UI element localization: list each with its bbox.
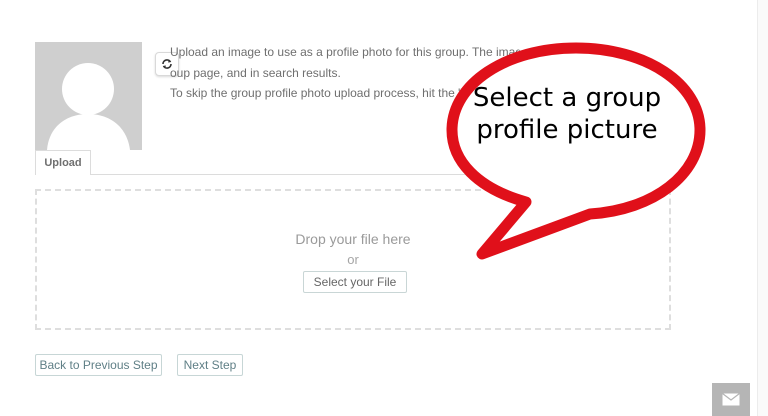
tab-upload[interactable]: Upload [35,150,91,175]
person-silhouette-icon [35,42,142,150]
next-step-button[interactable]: Next Step [177,354,243,376]
envelope-icon [722,393,740,406]
select-file-button[interactable]: Select your File [303,271,407,293]
callout-line-1: Select a group [472,83,662,113]
group-avatar-placeholder [35,42,142,150]
callout-line-2: profile picture [476,115,658,145]
speech-bubble-callout [446,42,706,260]
page-scrollbar[interactable] [757,0,768,416]
contact-mail-button[interactable] [712,383,750,416]
tabs-divider [35,174,475,175]
back-button[interactable]: Back to Previous Step [35,354,162,376]
callout-text: Select a group profile picture [462,82,672,146]
